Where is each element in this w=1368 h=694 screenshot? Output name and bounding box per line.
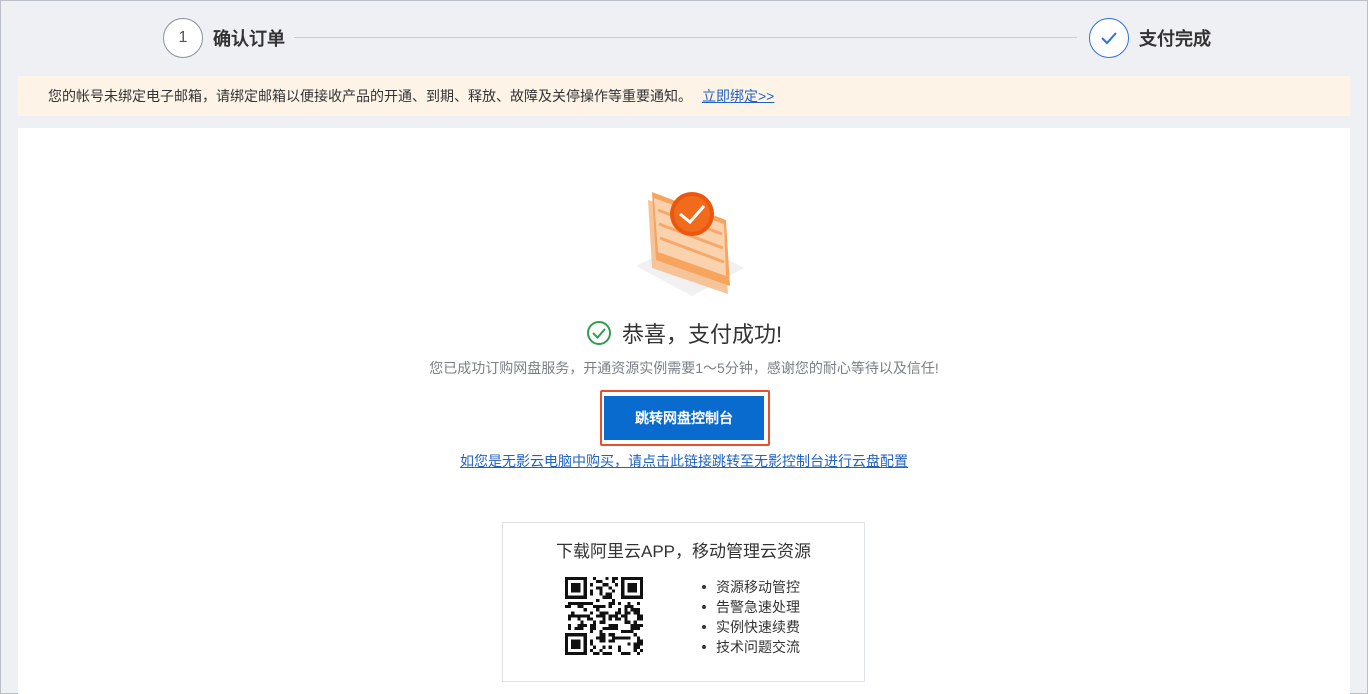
payment-success-illustration	[636, 192, 744, 296]
notice-text: 您的帐号未绑定电子邮箱，请绑定邮箱以便接收产品的开通、到期、释放、故障及关停操作…	[48, 88, 692, 104]
email-notice-bar: 您的帐号未绑定电子邮箱，请绑定邮箱以便接收产品的开通、到期、释放、故障及关停操作…	[18, 76, 1350, 116]
success-check-circle-icon	[586, 321, 611, 345]
app-qr-code	[565, 577, 643, 655]
app-feature-list: 资源移动管控 告警急速处理 实例快速续费 技术问题交流	[698, 577, 800, 657]
wuying-console-link[interactable]: 如您是无影云电脑中购买，请点击此链接跳转至无影控制台进行云盘配置	[18, 451, 1350, 471]
app-promo-title: 下载阿里云APP，移动管理云资源	[555, 542, 812, 561]
success-heading: 恭喜，支付成功!	[18, 318, 1350, 348]
feature-item: 资源移动管控	[698, 577, 800, 597]
success-description: 您已成功订购网盘服务，开通资源实例需要1～5分钟，感谢您的耐心等待以及信任!	[429, 360, 939, 376]
step-1-number: 1	[178, 29, 188, 46]
step-connector-line	[294, 37, 1077, 38]
feature-item: 技术问题交流	[698, 637, 800, 657]
app-download-box: 下载阿里云APP，移动管理云资源 资源移动管控 告警急速处理 实例快速续费 技术…	[502, 522, 865, 682]
check-icon	[1101, 32, 1117, 45]
bind-email-link[interactable]: 立即绑定>>	[702, 88, 774, 104]
step-1-label: 确认订单	[213, 29, 285, 49]
feature-item: 告警急速处理	[698, 597, 800, 617]
step-2-label: 支付完成	[1139, 29, 1211, 49]
feature-item: 实例快速续费	[698, 617, 800, 637]
go-to-console-button[interactable]: 跳转网盘控制台	[604, 396, 764, 440]
payment-result-panel: 恭喜，支付成功! 您已成功订购网盘服务，开通资源实例需要1～5分钟，感谢您的耐心…	[18, 128, 1350, 694]
progress-stepper: 1 确认订单 支付完成	[0, 0, 1368, 76]
step-1-circle: 1	[163, 18, 203, 58]
step-2-circle	[1089, 18, 1129, 58]
success-title: 恭喜，支付成功!	[621, 322, 783, 347]
